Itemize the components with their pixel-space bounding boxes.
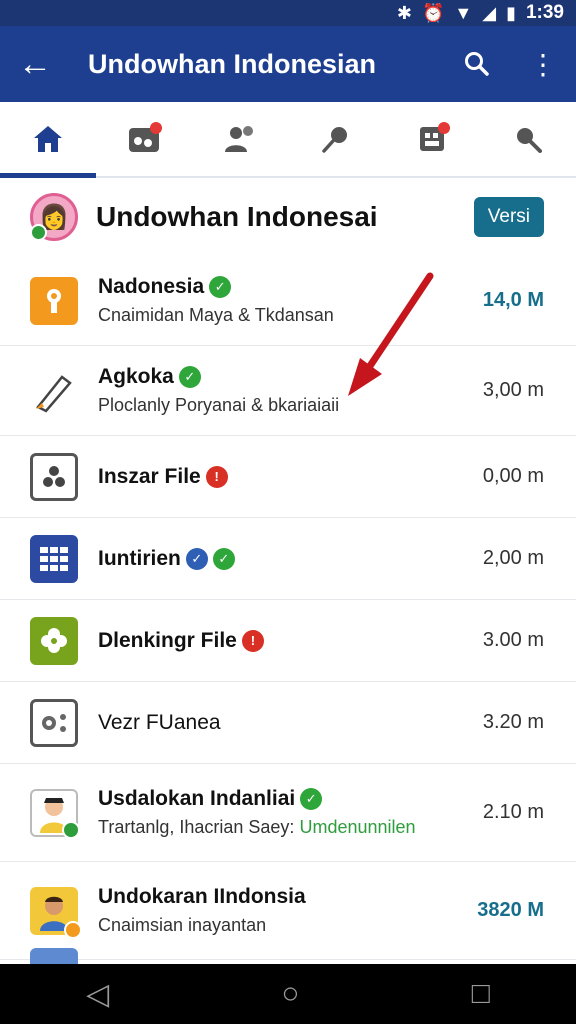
- keyhole-icon: [30, 276, 78, 325]
- item-name: Agkoka: [98, 365, 174, 388]
- list-item[interactable]: Vezr FUanea 3.20 m: [0, 682, 576, 764]
- check-icon: ✓: [185, 547, 208, 570]
- list-item[interactable]: Nadonesia ✓ Cnaimidan Maya & Tkdansan 14,…: [0, 256, 576, 346]
- person-icon: [30, 948, 78, 964]
- notification-dot: [438, 122, 450, 134]
- flower-icon: [30, 616, 78, 665]
- file-list: Nadonesia ✓ Cnaimidan Maya & Tkdansan 14,…: [0, 256, 576, 960]
- signal-icon: ◢: [482, 2, 497, 23]
- page-title: Undowhan Indonesian: [88, 48, 376, 79]
- versi-button[interactable]: Versi: [473, 197, 544, 237]
- alert-icon: !: [205, 465, 228, 488]
- list-item[interactable]: Dlenkingr File! 3.00 m: [0, 600, 576, 682]
- back-arrow-icon[interactable]: ←: [0, 26, 70, 102]
- alert-icon: !: [241, 629, 264, 652]
- list-item[interactable]: Inszar File! 0,00 m: [0, 436, 576, 518]
- check-icon: ✓: [212, 547, 235, 570]
- verified-icon: [30, 224, 47, 241]
- person-icon: [30, 886, 82, 939]
- tab-people[interactable]: [192, 102, 288, 176]
- bluetooth-icon: ✱: [396, 2, 412, 23]
- verified-icon: ✓: [300, 788, 323, 810]
- item-name: Undokaran IIndonsia: [98, 885, 306, 908]
- item-size: 0,00 m: [482, 465, 544, 487]
- status-time: 1:39: [525, 2, 564, 23]
- item-subtitle: Cnaimsian inayantan: [98, 915, 267, 935]
- home-icon: [34, 126, 62, 152]
- verified-icon: [62, 820, 80, 839]
- verified-icon: ✓: [178, 366, 201, 388]
- tab-pin[interactable]: [288, 102, 384, 176]
- tab-gallery[interactable]: [96, 102, 192, 176]
- item-name: Usdalokan Indanliai: [98, 787, 296, 810]
- item-name: Nadonesia: [98, 275, 205, 298]
- wifi-icon: ▼: [454, 2, 473, 23]
- system-nav-bar: ◁ ○ □: [0, 964, 576, 1024]
- settings-icon: [30, 698, 78, 747]
- avatar[interactable]: 👩: [30, 193, 78, 241]
- list-item[interactable]: Agkoka ✓ Ploclanly Poryanai & bkariaiaii …: [0, 346, 576, 436]
- item-name: Iuntirien: [98, 546, 181, 570]
- item-subtitle: Cnaimidan Maya & Tkdansan: [98, 305, 334, 325]
- verified-icon: ✓: [209, 276, 232, 298]
- notification-dot: [150, 122, 162, 134]
- recents-icon[interactable]: □: [472, 977, 490, 1011]
- item-size: 3820 M: [477, 899, 544, 921]
- item-size: 3,00 m: [482, 379, 544, 401]
- more-vert-icon[interactable]: ⋮: [510, 26, 576, 102]
- app-bar: ← Undowhan Indonesian ⋮: [0, 26, 576, 102]
- search-icon: [517, 128, 542, 153]
- home-circle-icon[interactable]: ○: [281, 977, 299, 1011]
- item-size: 14,0 M: [482, 289, 544, 311]
- list-item-partial[interactable]: [0, 940, 576, 964]
- list-item[interactable]: Usdalokan Indanliai ✓ Trartanlg, Ihacrian…: [0, 764, 576, 862]
- person-icon: [30, 788, 80, 839]
- item-size: 2.10 m: [482, 801, 544, 823]
- item-subtitle: Trartanlg, Ihacrian Saey:: [98, 817, 295, 837]
- search-icon[interactable]: [444, 26, 510, 102]
- pen-icon: [30, 366, 78, 415]
- item-name: Dlenkingr File: [98, 628, 237, 652]
- grid-icon: [30, 534, 78, 583]
- section-header: 👩 Undowhan Indonesai Versi: [0, 178, 576, 256]
- list-item[interactable]: Iuntirien ✓ ✓ 2,00 m: [0, 518, 576, 600]
- item-name: Inszar File: [98, 464, 201, 488]
- tab-search[interactable]: [480, 102, 576, 176]
- item-size: 3.00 m: [482, 629, 544, 651]
- battery-icon: ▮: [506, 2, 516, 23]
- tab-calendar[interactable]: [384, 102, 480, 176]
- section-title: Undowhan Indonesai: [96, 201, 378, 232]
- alarm-icon: ⏰: [421, 2, 445, 23]
- back-icon[interactable]: ◁: [86, 977, 109, 1012]
- item-size: 3.20 m: [482, 711, 544, 733]
- item-name: Vezr FUanea: [98, 710, 221, 734]
- item-subtitle: Ploclanly Poryanai & bkariaiaii: [98, 395, 340, 415]
- item-status: Umdenunnilen: [299, 817, 416, 837]
- status-bar: ✱ ⏰ ▼ ◢ ▮ 1:39: [0, 0, 576, 26]
- pin-icon: [322, 127, 347, 153]
- tab-bar: [0, 102, 576, 178]
- people-icon: [225, 126, 253, 152]
- status-icon: [64, 920, 82, 939]
- dice-icon: [30, 452, 78, 501]
- item-size: 2,00 m: [482, 547, 544, 569]
- tab-home[interactable]: [0, 102, 96, 178]
